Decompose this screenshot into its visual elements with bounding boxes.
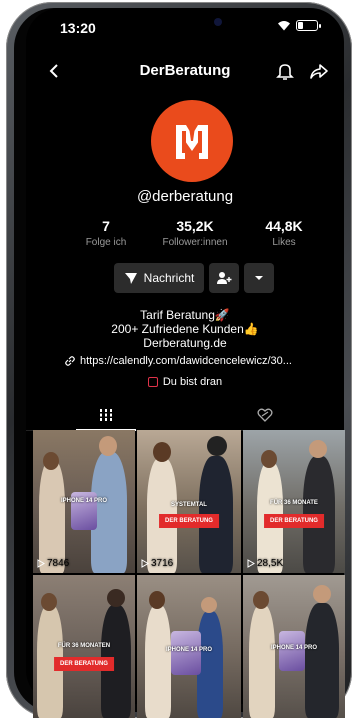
video-caption: IPHONE 14 PRO <box>165 647 213 653</box>
view-count: 3716 <box>141 558 173 569</box>
status-time: 13:20 <box>60 20 96 36</box>
video-thumbnail[interactable]: SYSTEMTAL DER BERATUNG 3716 <box>137 430 241 573</box>
video-tag: DER BERATUNG <box>54 657 114 671</box>
video-thumbnail[interactable]: FÜR 36 MONATE DER BERATUNG 28,5K <box>243 430 345 573</box>
video-thumbnail[interactable]: IPHONE 14 PRO <box>137 575 241 718</box>
play-icon <box>37 559 45 568</box>
video-grid: IPHONE 14 PRO 7846 SYSTEMTAL DER BERATUN… <box>33 430 345 718</box>
bio: Tarif Beratung🚀 200+ Zufriedene Kunden👍 … <box>26 308 344 350</box>
video-tag: DER BERATUNG <box>264 514 324 528</box>
stat-value: 7 <box>102 218 110 234</box>
profile-link[interactable]: https://calendly.com/dawidcencelewicz/30… <box>64 355 292 367</box>
stat-likes: 44,8K Likes <box>244 218 324 248</box>
play-icon <box>141 559 149 568</box>
view-count-text: 3716 <box>151 558 174 569</box>
suit-logo-icon <box>176 125 208 159</box>
stat-followers[interactable]: 35,2K Follower:innen <box>155 218 235 248</box>
dropdown-icon <box>255 276 263 280</box>
battery-icon <box>296 20 321 31</box>
grid-icon <box>99 409 112 421</box>
promo-text: Du bist dran <box>162 376 223 388</box>
stats-row: 7 Folge ich 35,2K Follower:innen 44,8K L… <box>66 218 324 248</box>
view-count: 28,5K <box>247 558 283 569</box>
video-tag: DER BERATUNG <box>159 514 219 528</box>
add-friend-button[interactable] <box>209 263 239 293</box>
liked-icon <box>256 408 273 422</box>
message-button-label: Nachricht <box>143 271 195 285</box>
tab-videos[interactable] <box>26 400 185 431</box>
video-caption: IPHONE 14 PRO <box>60 498 108 504</box>
add-friend-icon <box>217 272 232 284</box>
send-icon <box>124 273 137 284</box>
stat-label: Follower:innen <box>162 237 228 248</box>
bio-line: Derberatung.de <box>143 336 227 350</box>
tab-liked[interactable] <box>185 400 344 430</box>
status-icons <box>277 20 321 31</box>
stat-label: Likes <box>272 237 296 248</box>
video-caption: FÜR 36 MONATEN <box>57 643 111 649</box>
bell-icon[interactable] <box>274 60 296 82</box>
stat-following[interactable]: 7 Folge ich <box>66 218 146 248</box>
video-caption: SYSTEMTAL <box>171 502 207 508</box>
action-buttons: Nachricht <box>114 263 274 293</box>
stat-value: 35,2K <box>176 218 214 234</box>
promo-icon <box>147 377 158 387</box>
top-bar: DerBeratung <box>26 56 344 86</box>
message-button[interactable]: Nachricht <box>114 263 204 293</box>
profile-link-text: https://calendly.com/dawidcencelewicz/30… <box>80 355 292 367</box>
page-title: DerBeratung <box>139 62 231 79</box>
notch <box>114 8 256 40</box>
link-icon <box>65 356 75 366</box>
profile-handle: @derberatung <box>136 188 234 205</box>
more-options-button[interactable] <box>244 263 274 293</box>
bio-line: 200+ Zufriedene Kunden👍 <box>111 322 259 336</box>
share-icon[interactable] <box>308 60 330 82</box>
video-thumbnail[interactable]: IPHONE 14 PRO 7846 <box>33 430 135 573</box>
video-caption: FÜR 36 MONATE <box>270 500 318 506</box>
view-count-text: 7846 <box>47 558 70 569</box>
stat-value: 44,8K <box>265 218 303 234</box>
stat-label: Folge ich <box>85 237 127 248</box>
video-caption: IPHONE 14 PRO <box>270 645 318 651</box>
view-count: 7846 <box>37 558 69 569</box>
bio-line: Tarif Beratung🚀 <box>140 308 230 322</box>
promo-badge[interactable]: Du bist dran <box>26 376 344 388</box>
video-thumbnail[interactable]: FÜR 36 MONATEN DER BERATUNG <box>33 575 135 718</box>
video-thumbnail[interactable]: IPHONE 14 PRO <box>243 575 345 718</box>
wifi-icon <box>278 21 290 31</box>
content-tabs <box>26 400 344 431</box>
play-icon <box>247 559 255 568</box>
view-count-text: 28,5K <box>257 558 284 569</box>
avatar[interactable] <box>151 100 233 182</box>
camera <box>214 18 222 26</box>
